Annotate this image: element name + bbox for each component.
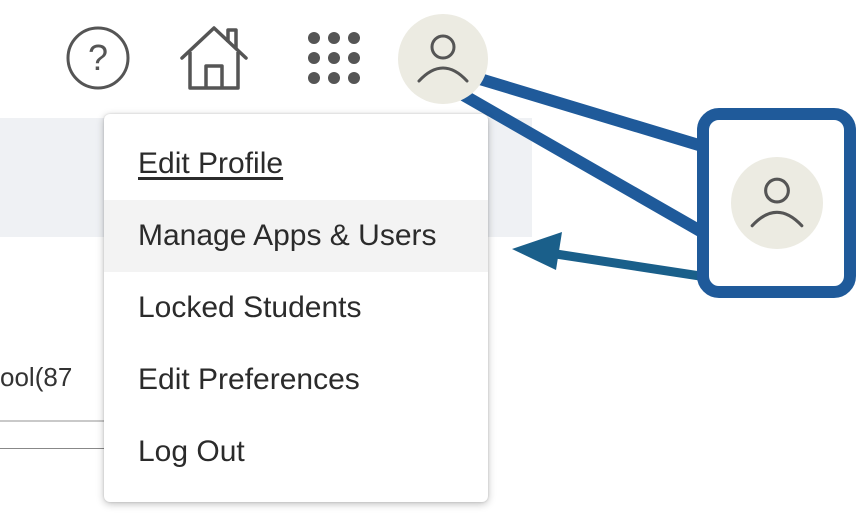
background-row-text: ool(87 <box>0 362 73 392</box>
user-avatar-icon <box>750 177 803 228</box>
menu-item-label: Edit Preferences <box>138 363 360 396</box>
user-avatar-icon <box>417 34 469 83</box>
menu-item-label: Manage Apps & Users <box>138 219 437 252</box>
menu-item-log-out[interactable]: Log Out <box>104 416 488 488</box>
menu-item-manage-apps-users[interactable]: Manage Apps & Users <box>104 200 488 272</box>
home-icon <box>180 26 248 90</box>
background-divider-line <box>0 448 120 449</box>
menu-item-locked-students[interactable]: Locked Students <box>104 272 488 344</box>
background-divider <box>0 420 120 422</box>
help-icon: ? <box>66 26 130 90</box>
menu-item-label: Edit Profile <box>138 147 284 180</box>
help-button[interactable]: ? <box>56 16 140 100</box>
home-button[interactable] <box>172 16 256 100</box>
user-avatar-button[interactable] <box>398 14 488 104</box>
menu-item-label: Locked Students <box>138 291 362 324</box>
apps-grid-icon <box>308 32 360 84</box>
svg-text:?: ? <box>88 37 108 78</box>
user-dropdown-menu: Edit Profile Manage Apps & Users Locked … <box>104 114 488 502</box>
menu-item-label: Log Out <box>138 435 245 468</box>
callout-avatar <box>730 157 823 249</box>
menu-item-edit-preferences[interactable]: Edit Preferences <box>104 344 488 416</box>
menu-item-edit-profile[interactable]: Edit Profile <box>104 128 488 200</box>
callout-zoom-box <box>697 108 856 298</box>
apps-grid-button[interactable] <box>292 16 376 100</box>
